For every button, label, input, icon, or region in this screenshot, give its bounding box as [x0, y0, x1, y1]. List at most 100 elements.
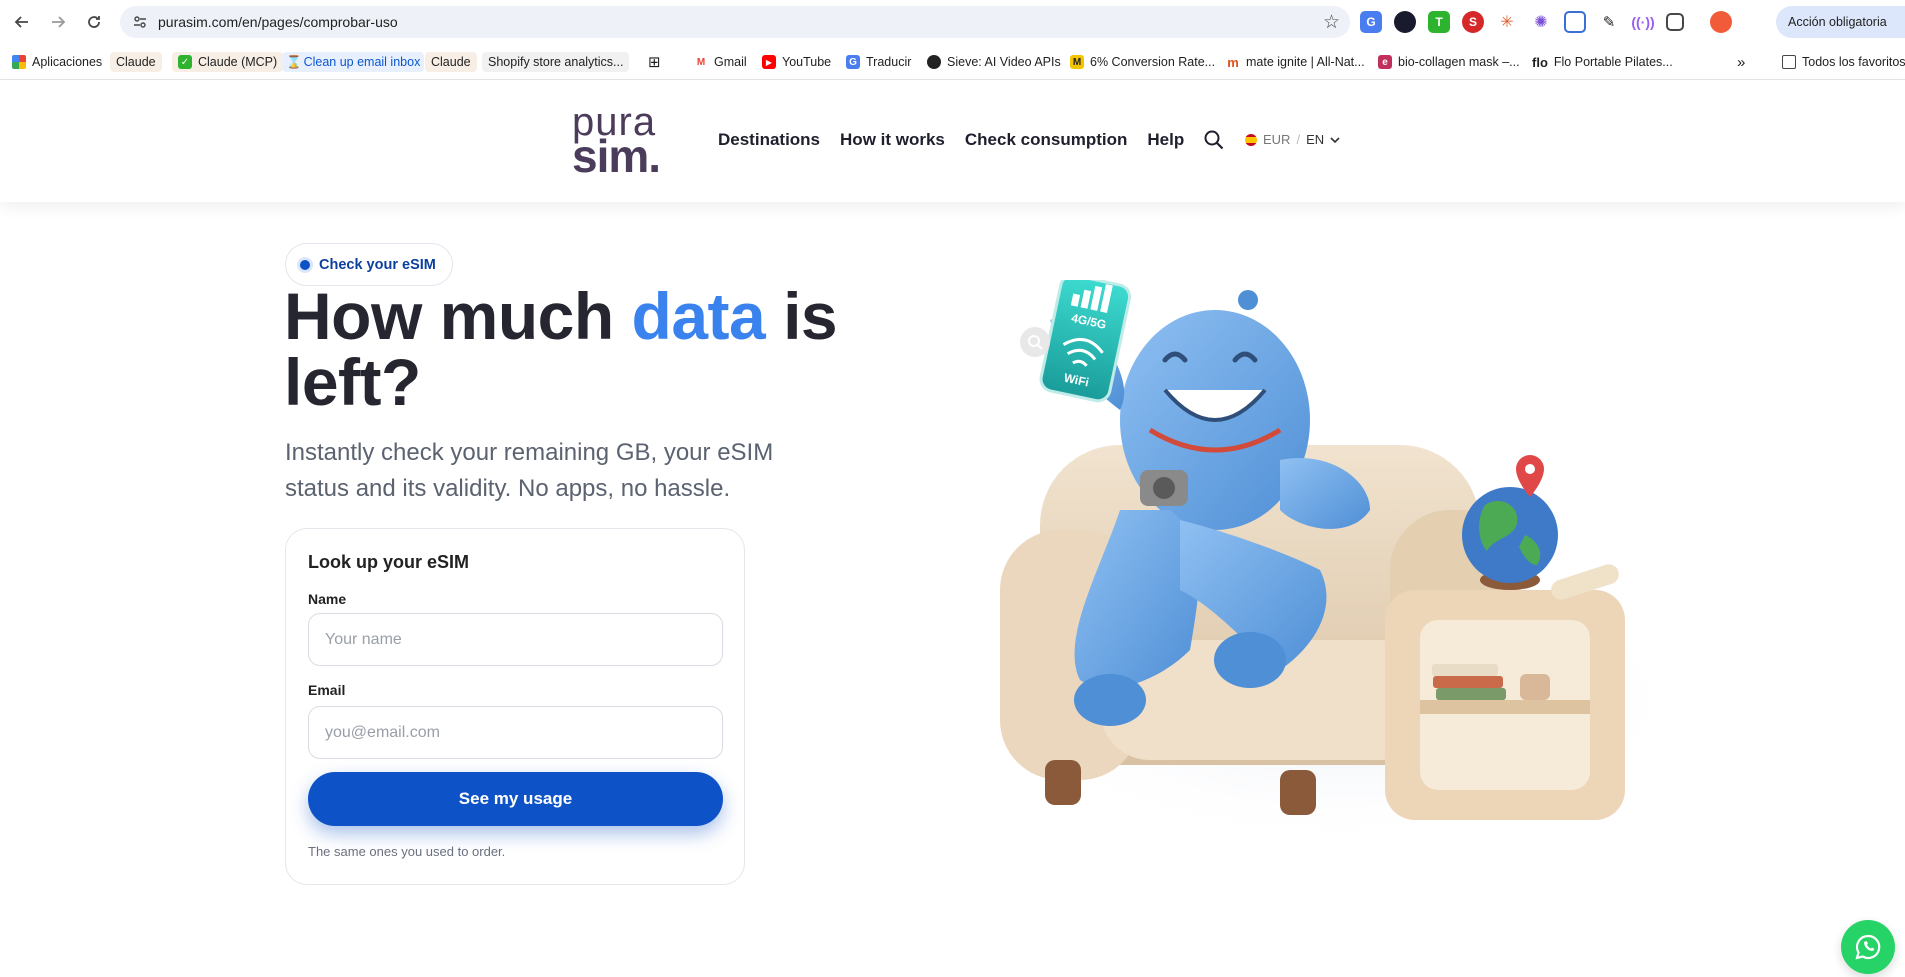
- spain-flag-icon: [1245, 133, 1257, 146]
- bookmark-flo[interactable]: flo Flo Portable Pilates...: [1532, 52, 1673, 72]
- bookmark-mate[interactable]: m mate ignite | All-Nat...: [1226, 52, 1365, 72]
- site-header: pura sim. Destinations How it works Chec…: [0, 80, 1905, 202]
- all-bookmarks-folder[interactable]: Todos los favoritos: [1782, 52, 1905, 72]
- page-title: How much data is left?: [284, 283, 844, 415]
- reload-icon[interactable]: [82, 10, 106, 34]
- nav-help[interactable]: Help: [1147, 130, 1184, 150]
- profile-action-button[interactable]: Acción obligatoria: [1776, 6, 1905, 38]
- email-label: Email: [308, 682, 346, 698]
- name-field[interactable]: [308, 613, 723, 666]
- tab-groups-icon[interactable]: ⊞: [648, 52, 661, 72]
- zoom-image-button[interactable]: [1020, 327, 1050, 357]
- form-hint: The same ones you used to order.: [308, 844, 506, 859]
- flo-logo-icon: flo: [1532, 54, 1548, 70]
- whatsapp-icon: [1855, 934, 1881, 960]
- main-nav: Destinations How it works Check consumpt…: [718, 130, 1184, 150]
- badge-dot-icon: [300, 259, 310, 270]
- forward-icon[interactable]: [46, 10, 70, 34]
- s-extension-icon[interactable]: S: [1462, 11, 1484, 33]
- eyedropper-extension-icon[interactable]: ✎: [1598, 11, 1620, 33]
- currency-language-selector[interactable]: EUR / EN: [1245, 132, 1340, 147]
- m-icon: m: [1227, 54, 1239, 70]
- title-part: How much: [284, 279, 632, 353]
- sunburst-extension-icon[interactable]: ✳: [1496, 11, 1518, 33]
- clipboard-extension-icon[interactable]: [1564, 11, 1586, 33]
- title-accent: data: [631, 279, 766, 353]
- bookmark-label: Sieve: AI Video APIs: [947, 55, 1061, 69]
- bookmark-label: Clean up email inbox: [303, 55, 421, 69]
- bookmark-sieve[interactable]: Sieve: AI Video APIs: [927, 52, 1061, 72]
- mascot-illustration: 4G/5G WiFi: [980, 280, 1700, 850]
- bookmark-claude[interactable]: Claude: [110, 52, 162, 72]
- bookmark-collagen[interactable]: e bio-collagen mask –...: [1378, 52, 1520, 72]
- magnifier-icon: [1028, 335, 1043, 350]
- esim-lookup-form: Look up your eSIM Name Email See my usag…: [285, 528, 745, 885]
- moon-extension-icon[interactable]: [1394, 11, 1416, 33]
- bookmark-label: Aplicaciones: [32, 55, 103, 69]
- back-icon[interactable]: [10, 10, 34, 34]
- language-code: EN: [1306, 132, 1325, 147]
- whatsapp-chat-button[interactable]: [1841, 920, 1895, 974]
- gmail-icon: M: [696, 56, 706, 68]
- hero-subtitle: Instantly check your remaining GB, your …: [285, 439, 774, 502]
- gear-extension-icon[interactable]: ✺: [1530, 11, 1552, 33]
- email-field[interactable]: [308, 706, 723, 759]
- form-heading: Look up your eSIM: [308, 552, 470, 572]
- url-text[interactable]: purasim.com/en/pages/comprobar-uso: [158, 14, 398, 30]
- bookmark-label: Shopify store analytics...: [488, 55, 624, 69]
- bookmark-label: Traducir: [866, 55, 912, 69]
- bookmarks-overflow-button[interactable]: »: [1737, 52, 1745, 72]
- address-bar[interactable]: purasim.com/en/pages/comprobar-uso ☆: [120, 6, 1350, 38]
- extensions-bar: G T S ✳ ✺ ✎ ((·)): [1360, 10, 1732, 34]
- logo-text-bottom: sim.: [572, 130, 661, 182]
- currency-code: EUR: [1263, 132, 1291, 147]
- browser-toolbar: purasim.com/en/pages/comprobar-uso ☆ G T…: [0, 0, 1905, 44]
- bookmark-youtube[interactable]: ▶ YouTube: [762, 52, 831, 72]
- broadcast-extension-icon[interactable]: ((·)): [1631, 11, 1655, 33]
- bookmark-claude-mcp[interactable]: ✓ Claude (MCP): [172, 52, 284, 72]
- locale-separator: /: [1296, 132, 1301, 147]
- apps-grid-icon: [12, 55, 26, 69]
- e-icon: e: [1378, 55, 1392, 69]
- search-icon[interactable]: [1203, 129, 1225, 151]
- avatar[interactable]: [1710, 11, 1732, 33]
- bookmark-label: 6% Conversion Rate...: [1090, 55, 1216, 69]
- chevron-down-icon: [1330, 136, 1340, 143]
- folder-icon: [1782, 55, 1796, 69]
- bookmarks-bar: Aplicaciones Claude ✓ Claude (MCP) ⌛ Cle…: [0, 44, 1905, 80]
- bookmark-label: Claude: [116, 55, 156, 69]
- extensions-puzzle-icon[interactable]: [1666, 13, 1684, 31]
- youtube-icon: ▶: [762, 55, 776, 69]
- bookmark-label: bio-collagen mask –...: [1398, 55, 1520, 69]
- bookmark-apps[interactable]: Aplicaciones: [12, 52, 102, 72]
- translate-icon: G: [846, 55, 860, 69]
- bookmark-clean-inbox[interactable]: ⌛ Clean up email inbox: [282, 52, 425, 72]
- bookmark-label: YouTube: [782, 55, 832, 69]
- bookmark-shopify[interactable]: Shopify store analytics...: [482, 52, 630, 72]
- bookmark-label: Claude: [431, 55, 471, 69]
- bookmark-gmail[interactable]: M Gmail: [694, 52, 747, 72]
- bookmark-traducir[interactable]: G Traducir: [846, 52, 911, 72]
- badge-label: Check your eSIM: [319, 256, 436, 273]
- m-logo-icon: M: [1070, 55, 1084, 69]
- bookmark-star-icon[interactable]: ☆: [1323, 11, 1340, 34]
- t-extension-icon[interactable]: T: [1428, 11, 1450, 33]
- bookmark-label: Claude (MCP): [198, 55, 278, 69]
- nav-check-consumption[interactable]: Check consumption: [965, 130, 1127, 150]
- bookmark-label: mate ignite | All-Nat...: [1246, 55, 1365, 69]
- site-info-icon[interactable]: [132, 14, 148, 30]
- check-icon: ✓: [178, 55, 192, 69]
- nav-destinations[interactable]: Destinations: [718, 130, 820, 150]
- bookmark-claude-2[interactable]: Claude: [425, 52, 477, 72]
- name-label: Name: [308, 591, 347, 607]
- bookmark-conversion[interactable]: M 6% Conversion Rate...: [1070, 52, 1215, 72]
- bookmark-label: Gmail: [714, 55, 747, 69]
- bookmark-label: Flo Portable Pilates...: [1553, 55, 1673, 69]
- translate-extension-icon[interactable]: G: [1360, 11, 1382, 33]
- sieve-icon: [927, 55, 941, 69]
- hourglass-icon: ⌛: [286, 54, 302, 69]
- bookmark-label: Todos los favoritos: [1802, 55, 1905, 69]
- purasim-logo[interactable]: pura sim.: [572, 102, 682, 182]
- nav-how-it-works[interactable]: How it works: [840, 130, 945, 150]
- see-usage-button[interactable]: See my usage: [308, 772, 723, 826]
